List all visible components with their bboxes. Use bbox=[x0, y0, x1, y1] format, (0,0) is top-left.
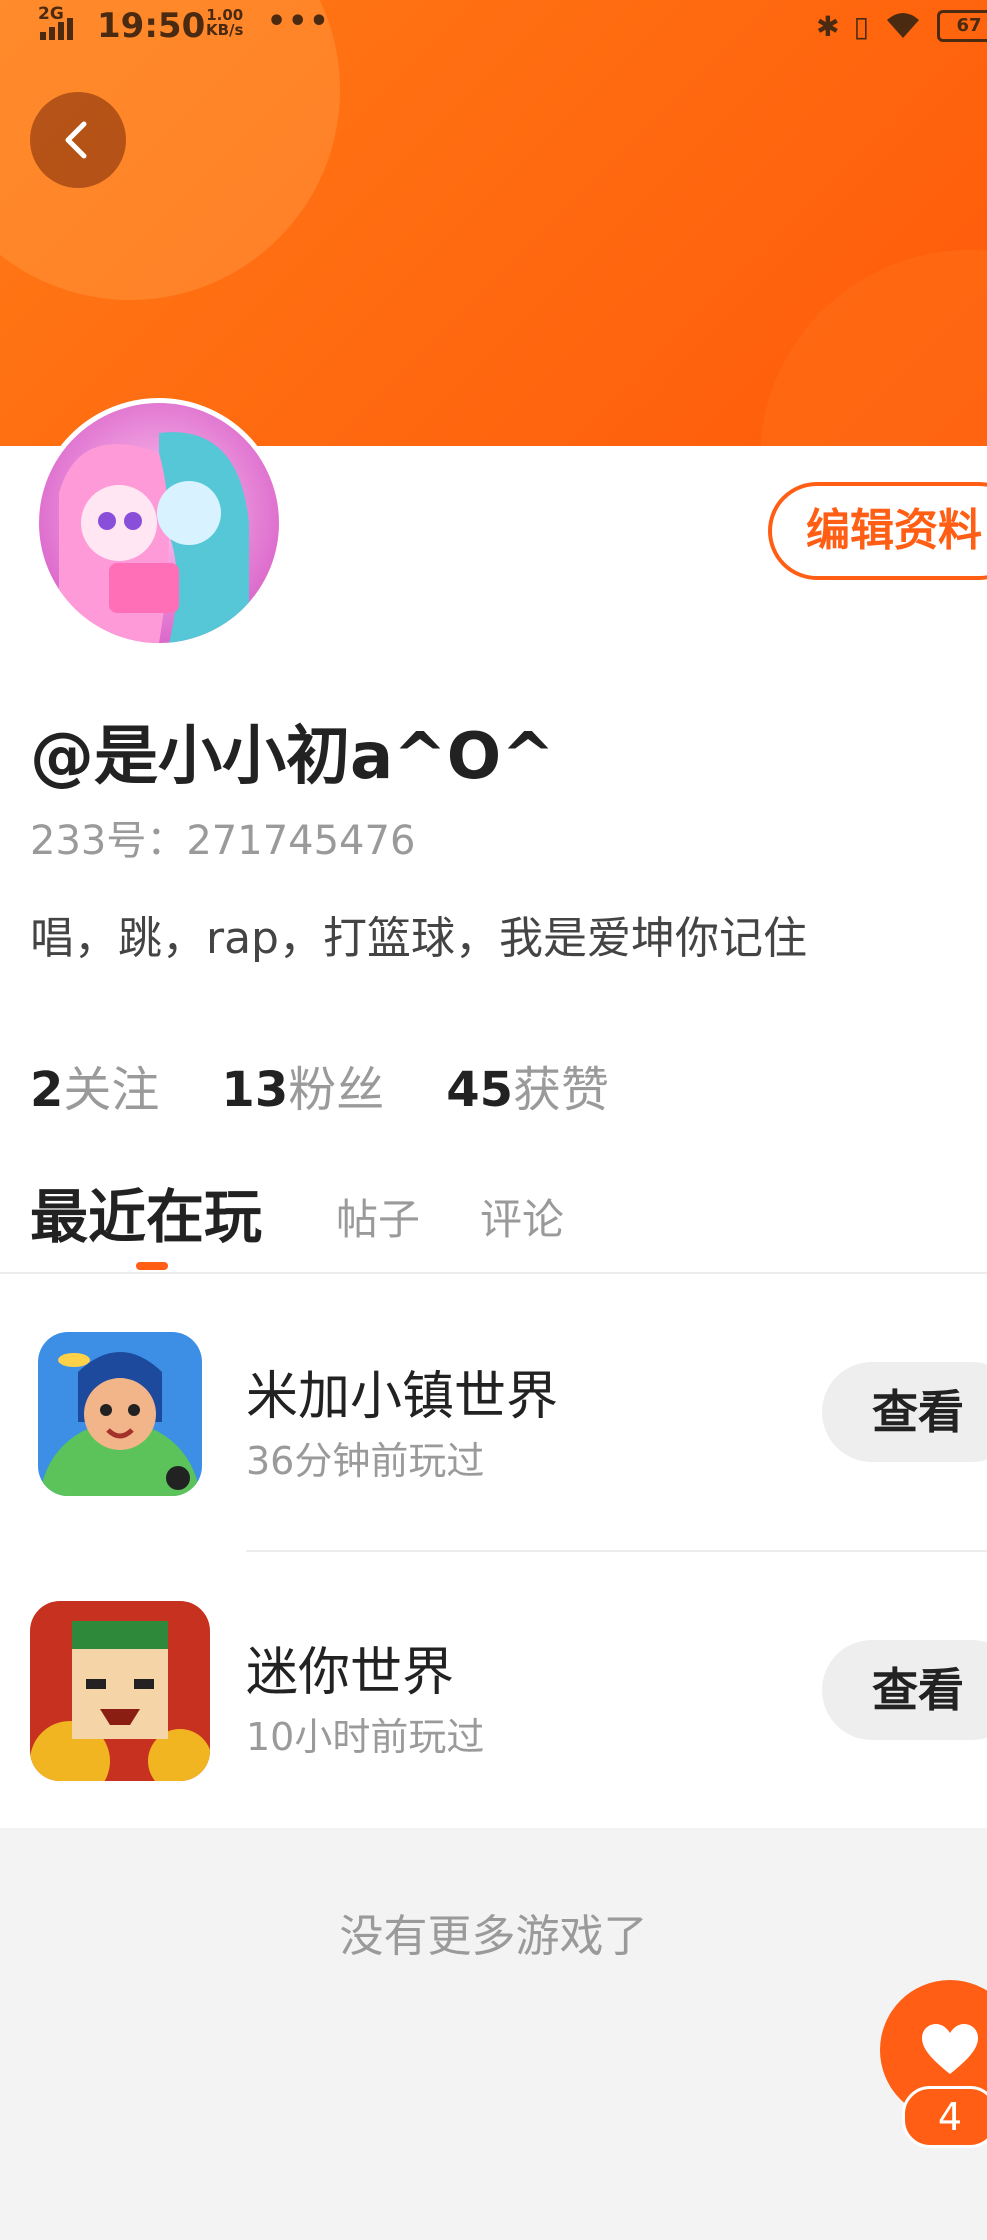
banner-decoration bbox=[760, 250, 987, 446]
profile-tabs: 最近在玩 帖子 评论 bbox=[30, 1170, 987, 1270]
list-item[interactable]: 迷你世界 10小时前玩过 查看 bbox=[0, 1586, 987, 1786]
signal-icon bbox=[40, 18, 76, 40]
avatar-image bbox=[39, 403, 279, 643]
game-last-played: 36分钟前玩过 bbox=[246, 1439, 485, 1483]
tabs-divider bbox=[0, 1272, 987, 1274]
game-title: 迷你世界 bbox=[246, 1643, 455, 1703]
list-divider bbox=[246, 1550, 987, 1552]
active-tab-indicator bbox=[136, 1262, 168, 1270]
bluetooth-icon: ✱ bbox=[816, 9, 840, 43]
stat-followers[interactable]: 13粉丝 bbox=[221, 1050, 384, 1120]
edit-profile-button[interactable]: 编辑资料 bbox=[768, 482, 987, 580]
avatar[interactable] bbox=[34, 398, 284, 648]
stat-likes[interactable]: 45获赞 bbox=[446, 1050, 609, 1120]
toca-world-app-icon bbox=[38, 1332, 202, 1496]
network-speed: 1.00 KB/s bbox=[206, 6, 244, 39]
game-last-played: 10小时前玩过 bbox=[246, 1715, 485, 1759]
view-game-button[interactable]: 查看 bbox=[822, 1362, 987, 1462]
tab-recently-played[interactable]: 最近在玩 bbox=[30, 1170, 262, 1254]
stat-following[interactable]: 2关注 bbox=[30, 1050, 159, 1120]
list-item[interactable]: 米加小镇世界 36分钟前玩过 查看 bbox=[0, 1312, 987, 1512]
back-button[interactable] bbox=[30, 92, 126, 188]
user-id: 233号：271745476 bbox=[30, 818, 416, 864]
wifi-icon bbox=[883, 8, 923, 44]
game-title: 米加小镇世界 bbox=[246, 1367, 559, 1427]
empty-list-message: 没有更多游戏了 bbox=[339, 1911, 648, 1962]
profile-stats: 2关注 13粉丝 45获赞 bbox=[30, 1050, 609, 1120]
mini-world-app-icon bbox=[30, 1601, 210, 1781]
tab-comments[interactable]: 评论 bbox=[480, 1186, 564, 1247]
heart-icon bbox=[922, 2024, 978, 2074]
profile-header-banner: 2G 19:50 1.00 KB/s ••• ✱ ▯ 67 bbox=[0, 0, 987, 446]
clock: 19:50 bbox=[97, 6, 206, 46]
battery-indicator: 67 bbox=[937, 10, 987, 42]
tab-posts[interactable]: 帖子 bbox=[336, 1186, 420, 1247]
notification-count-badge: 4 bbox=[902, 2086, 987, 2148]
username: @是小小初a^O^ bbox=[30, 720, 555, 794]
chevron-left-icon bbox=[65, 121, 87, 159]
view-game-button[interactable]: 查看 bbox=[822, 1640, 987, 1740]
status-bar: 2G 19:50 1.00 KB/s ••• ✱ ▯ 67 bbox=[0, 0, 987, 52]
vibrate-icon: ▯ bbox=[853, 9, 869, 43]
user-bio: 唱，跳，rap，打篮球，我是爱坤你记住 bbox=[30, 913, 807, 964]
more-notifications-icon: ••• bbox=[267, 4, 331, 39]
